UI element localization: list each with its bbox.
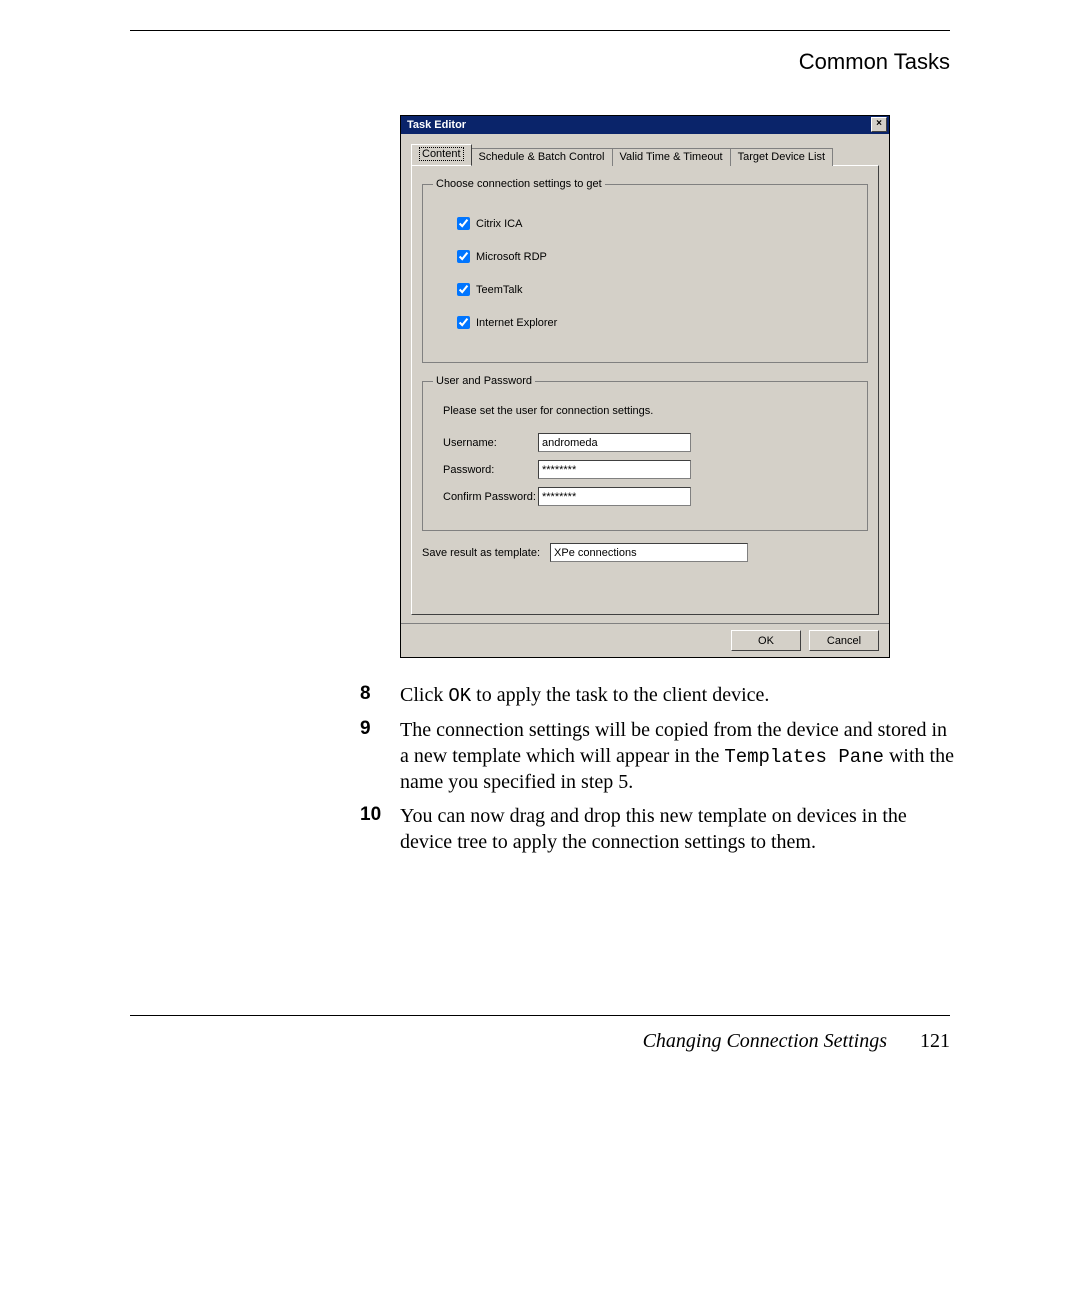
save-template-label: Save result as template: [422,547,540,559]
footer-title: Changing Connection Settings [643,1030,887,1052]
tab-valid-time[interactable]: Valid Time & Timeout [612,148,731,166]
step-number: 9 [360,717,400,796]
top-rule [130,30,950,31]
checkbox-row-rdp: Microsoft RDP [453,247,857,266]
groupbox-connection-settings: Choose connection settings to get Citrix… [422,178,868,363]
groupbox-user-password: User and Password Please set the user fo… [422,375,868,531]
checkbox-teemtalk[interactable] [457,283,470,296]
username-field[interactable] [538,433,691,452]
checkbox-row-ie: Internet Explorer [453,313,857,332]
tab-pane: Choose connection settings to get Citrix… [411,165,879,615]
confirm-password-field[interactable] [538,487,691,506]
section-header: Common Tasks [130,49,950,75]
checkbox-label: Citrix ICA [476,218,522,230]
checkbox-rdp[interactable] [457,250,470,263]
step-list: 8 Click OK to apply the task to the clie… [360,682,960,855]
checkbox-ie[interactable] [457,316,470,329]
tab-target-device[interactable]: Target Device List [730,148,833,166]
bottom-rule [130,1015,950,1016]
confirm-password-label: Confirm Password: [443,491,538,503]
step-number: 8 [360,682,400,709]
tab-schedule[interactable]: Schedule & Batch Control [471,148,613,166]
step-9: 9 The connection settings will be copied… [360,717,960,796]
step-text: Click OK to apply the task to the client… [400,682,960,709]
checkbox-citrix[interactable] [457,217,470,230]
dialog-title: Task Editor [407,119,466,131]
dialog-footer: OK Cancel [401,623,889,657]
groupbox-legend: Choose connection settings to get [433,178,605,190]
password-field[interactable] [538,460,691,479]
save-template-row: Save result as template: [422,543,868,562]
username-label: Username: [443,437,538,449]
step-text: You can now drag and drop this new templ… [400,803,960,855]
step-text: The connection settings will be copied f… [400,717,960,796]
cancel-button[interactable]: Cancel [809,630,879,651]
step-10: 10 You can now drag and drop this new te… [360,803,960,855]
page-number: 121 [920,1030,950,1052]
tab-content[interactable]: Content [411,144,472,165]
close-icon[interactable]: × [871,117,887,132]
save-template-field[interactable] [550,543,748,562]
page-footer: Changing Connection Settings 121 [130,1030,950,1053]
checkbox-row-teemtalk: TeemTalk [453,280,857,299]
dialog-titlebar: Task Editor × [401,116,889,134]
groupbox-legend: User and Password [433,375,535,387]
task-editor-dialog: Task Editor × Content Schedule & Batch C… [400,115,890,658]
tab-strip: Content Schedule & Batch Control Valid T… [411,144,879,165]
checkbox-label: TeemTalk [476,284,522,296]
checkbox-label: Internet Explorer [476,317,557,329]
ok-button[interactable]: OK [731,630,801,651]
checkbox-row-citrix: Citrix ICA [453,214,857,233]
instruction-text: Please set the user for connection setti… [443,405,857,417]
step-8: 8 Click OK to apply the task to the clie… [360,682,960,709]
password-label: Password: [443,464,538,476]
checkbox-label: Microsoft RDP [476,251,547,263]
step-number: 10 [360,803,400,855]
